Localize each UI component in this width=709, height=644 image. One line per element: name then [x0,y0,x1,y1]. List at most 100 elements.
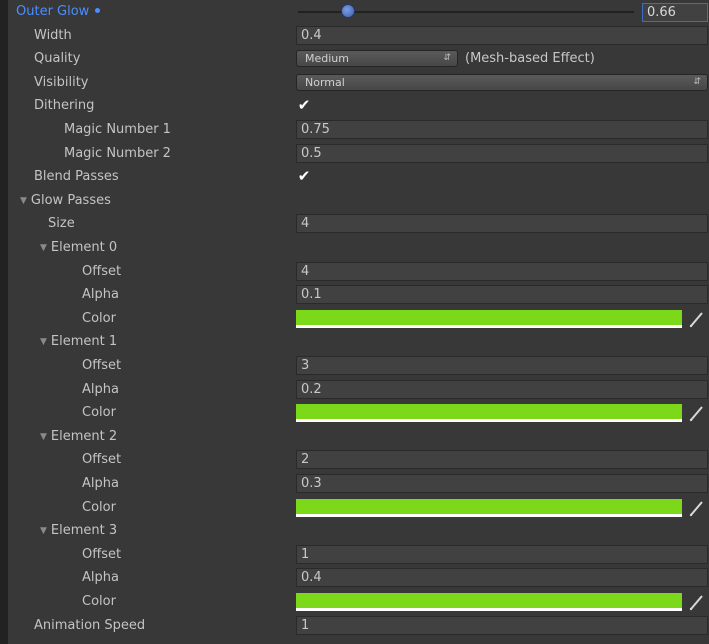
offset-label: Offset [82,263,122,279]
element-0-alpha-row: Alpha 0.1 [8,283,709,307]
dropdown-arrows-icon: ⇵ [693,76,701,87]
element-0-foldout[interactable]: ▼ Element 0 [40,236,117,260]
quality-selected: Medium [305,52,349,66]
color-label: Color [82,310,116,326]
outer-glow-value-field[interactable]: 0.66 [642,3,708,22]
element-1-alpha-row: Alpha 0.2 [8,378,709,402]
element-2-color-row: Color [8,496,709,520]
left-edge-strip [0,0,8,644]
outer-glow-slider-knob[interactable] [341,4,356,18]
blend-passes-checkbox[interactable]: ✔ [296,169,312,184]
size-label: Size [48,216,75,232]
animation-speed-field[interactable]: 1 [296,615,708,635]
magic-number-2-row: Magic Number 2 0.5 [8,142,709,166]
alpha-label: Alpha [82,476,119,491]
offset-label: Offset [82,358,122,373]
glow-passes-foldout[interactable]: ▼ Glow Passes [20,189,111,213]
offset-label: Offset [82,546,122,562]
element-1-label: Element 1 [50,334,118,350]
dithering-label: Dithering [34,98,95,114]
element-1-offset-field[interactable]: 3 [296,356,708,375]
checkmark-icon: ✔ [297,96,311,115]
element-1-alpha-field[interactable]: 0.2 [296,379,708,399]
magic-number-2-label: Magic Number 2 [64,145,171,161]
color-label: Color [82,405,116,421]
inspector-panel: Outer Glow 0.66 Width 0.4 Quality Medium… [8,0,709,644]
element-3-foldout[interactable]: ▼ Element 3 [40,519,117,543]
element-0-row: ▼ Element 0 [8,236,709,260]
element-0-offset-field[interactable]: 4 [296,261,708,281]
element-2-offset-row: Offset 2 [8,448,709,472]
element-3-label: Element 3 [50,523,118,539]
foldout-arrow-icon: ▼ [40,337,47,348]
blend-passes-label: Blend Passes [34,169,119,185]
dithering-checkbox[interactable]: ✔ [296,98,312,113]
element-3-offset-row: Offset 1 [8,543,709,567]
element-2-label: Element 2 [50,428,118,444]
offset-label: Offset [82,452,122,468]
visibility-label: Visibility [34,74,89,90]
checkmark-icon: ✔ [297,167,311,186]
outer-glow-label: Outer Glow [16,0,101,24]
element-1-foldout[interactable]: ▼ Element 1 [40,330,117,354]
element-2-row: ▼ Element 2 [8,425,709,449]
width-label: Width [34,27,72,43]
quality-row: Quality Medium ⇵ (Mesh-based Effect) [8,47,709,71]
element-2-alpha-row: Alpha 0.3 [8,472,709,496]
element-1-color-row: Color [8,401,709,425]
visibility-row: Visibility Normal ⇵ [8,71,709,95]
element-2-foldout[interactable]: ▼ Element 2 [40,425,117,449]
element-3-alpha-row: Alpha 0.4 [8,566,709,590]
color-label: Color [82,594,116,609]
visibility-selected: Normal [305,75,345,89]
element-2-alpha-field[interactable]: 0.3 [296,474,708,493]
element-0-color-row: Color [8,307,709,331]
element-2-offset-field[interactable]: 2 [296,450,708,470]
magic-number-1-label: Magic Number 1 [64,122,171,137]
animation-speed-row: Animation Speed 1 [8,614,709,638]
eyedropper-icon[interactable] [688,403,706,423]
element-0-offset-row: Offset 4 [8,260,709,284]
foldout-arrow-icon: ▼ [40,431,47,442]
alpha-label: Alpha [82,287,119,303]
element-3-row: ▼ Element 3 [8,519,709,543]
modified-dot-icon [95,8,101,13]
alpha-label: Alpha [82,381,119,397]
magic-number-1-row: Magic Number 1 0.75 [8,118,709,142]
element-3-color-swatch[interactable] [296,593,682,611]
magic-number-1-field[interactable]: 0.75 [296,120,708,139]
dithering-row: Dithering ✔ [8,94,709,118]
glow-passes-row: ▼ Glow Passes [8,189,709,213]
foldout-arrow-icon: ▼ [40,526,47,537]
element-2-color-swatch[interactable] [296,498,682,517]
glow-passes-label: Glow Passes [30,192,111,208]
magic-number-2-field[interactable]: 0.5 [296,143,708,163]
eyedropper-icon[interactable] [688,309,706,329]
eyedropper-icon[interactable] [688,592,706,612]
animation-speed-label: Animation Speed [34,617,146,633]
outer-glow-row: Outer Glow 0.66 [8,0,709,24]
quality-label: Quality [34,51,81,67]
element-0-alpha-field[interactable]: 0.1 [296,285,708,305]
width-field[interactable]: 0.4 [296,25,708,45]
dropdown-arrows-icon: ⇵ [443,53,451,64]
visibility-dropdown[interactable]: Normal ⇵ [296,73,708,91]
foldout-arrow-icon: ▼ [40,243,47,253]
color-label: Color [82,499,116,515]
eyedropper-icon[interactable] [688,498,706,518]
size-field[interactable]: 4 [296,214,708,234]
element-0-label: Element 0 [50,240,118,255]
element-1-row: ▼ Element 1 [8,330,709,354]
quality-dropdown[interactable]: Medium ⇵ [296,50,458,68]
blend-passes-row: Blend Passes ✔ [8,165,709,189]
foldout-arrow-icon: ▼ [20,195,27,206]
quality-note: (Mesh-based Effect) [465,51,595,67]
element-0-color-swatch[interactable] [296,309,682,328]
size-row: Size 4 [8,212,709,236]
element-1-color-swatch[interactable] [296,404,682,423]
element-3-color-row: Color [8,590,709,614]
alpha-label: Alpha [82,570,119,586]
element-3-alpha-field[interactable]: 0.4 [296,568,708,588]
element-3-offset-field[interactable]: 1 [296,544,708,564]
element-1-offset-row: Offset 3 [8,354,709,378]
